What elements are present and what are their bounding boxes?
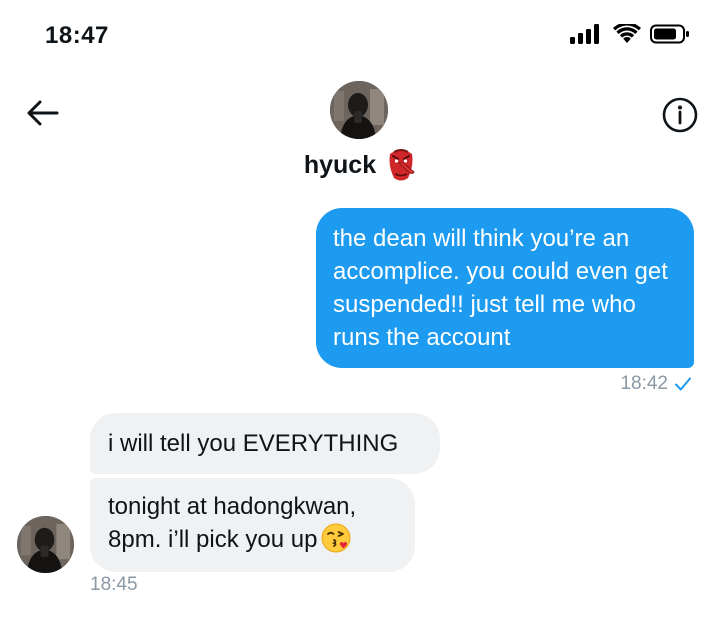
received-message-bubble[interactable]: tonight at hadongkwan, 8pm. i’ll pick yo… bbox=[90, 478, 415, 572]
received-message-time: 18:45 bbox=[90, 574, 138, 595]
sent-message-time: 18:42 bbox=[620, 373, 668, 394]
status-icons bbox=[570, 24, 690, 44]
sent-message-bubble[interactable]: the dean will think you’re an accomplice… bbox=[316, 208, 694, 368]
contact-name[interactable]: hyuck bbox=[0, 148, 720, 182]
received-message-text: i will tell you EVERYTHING bbox=[108, 430, 399, 457]
avatar-photo bbox=[17, 516, 74, 573]
info-icon bbox=[662, 97, 698, 133]
contact-avatar[interactable] bbox=[17, 516, 74, 573]
back-button[interactable] bbox=[22, 96, 62, 130]
info-button[interactable] bbox=[660, 95, 700, 135]
face-blowing-kiss-emoji bbox=[321, 523, 351, 562]
checkmark-icon bbox=[675, 377, 691, 391]
back-arrow-icon bbox=[27, 100, 59, 126]
battery-icon bbox=[650, 24, 689, 44]
avatar-photo bbox=[330, 81, 388, 139]
sent-message-meta: 18:42 bbox=[620, 373, 692, 395]
status-time: 18:47 bbox=[45, 22, 109, 49]
contact-avatar[interactable] bbox=[330, 81, 388, 139]
received-message-text: tonight at hadongkwan, 8pm. i’ll pick yo… bbox=[108, 493, 357, 553]
contact-name-text: hyuck bbox=[303, 150, 377, 179]
sent-message-text: the dean will think you’re an accomplice… bbox=[333, 225, 668, 351]
wifi-icon bbox=[613, 24, 641, 43]
tengu-mask-emoji bbox=[389, 149, 415, 181]
received-message-bubble[interactable]: i will tell you EVERYTHING bbox=[90, 413, 440, 474]
signal-icon bbox=[570, 24, 599, 44]
